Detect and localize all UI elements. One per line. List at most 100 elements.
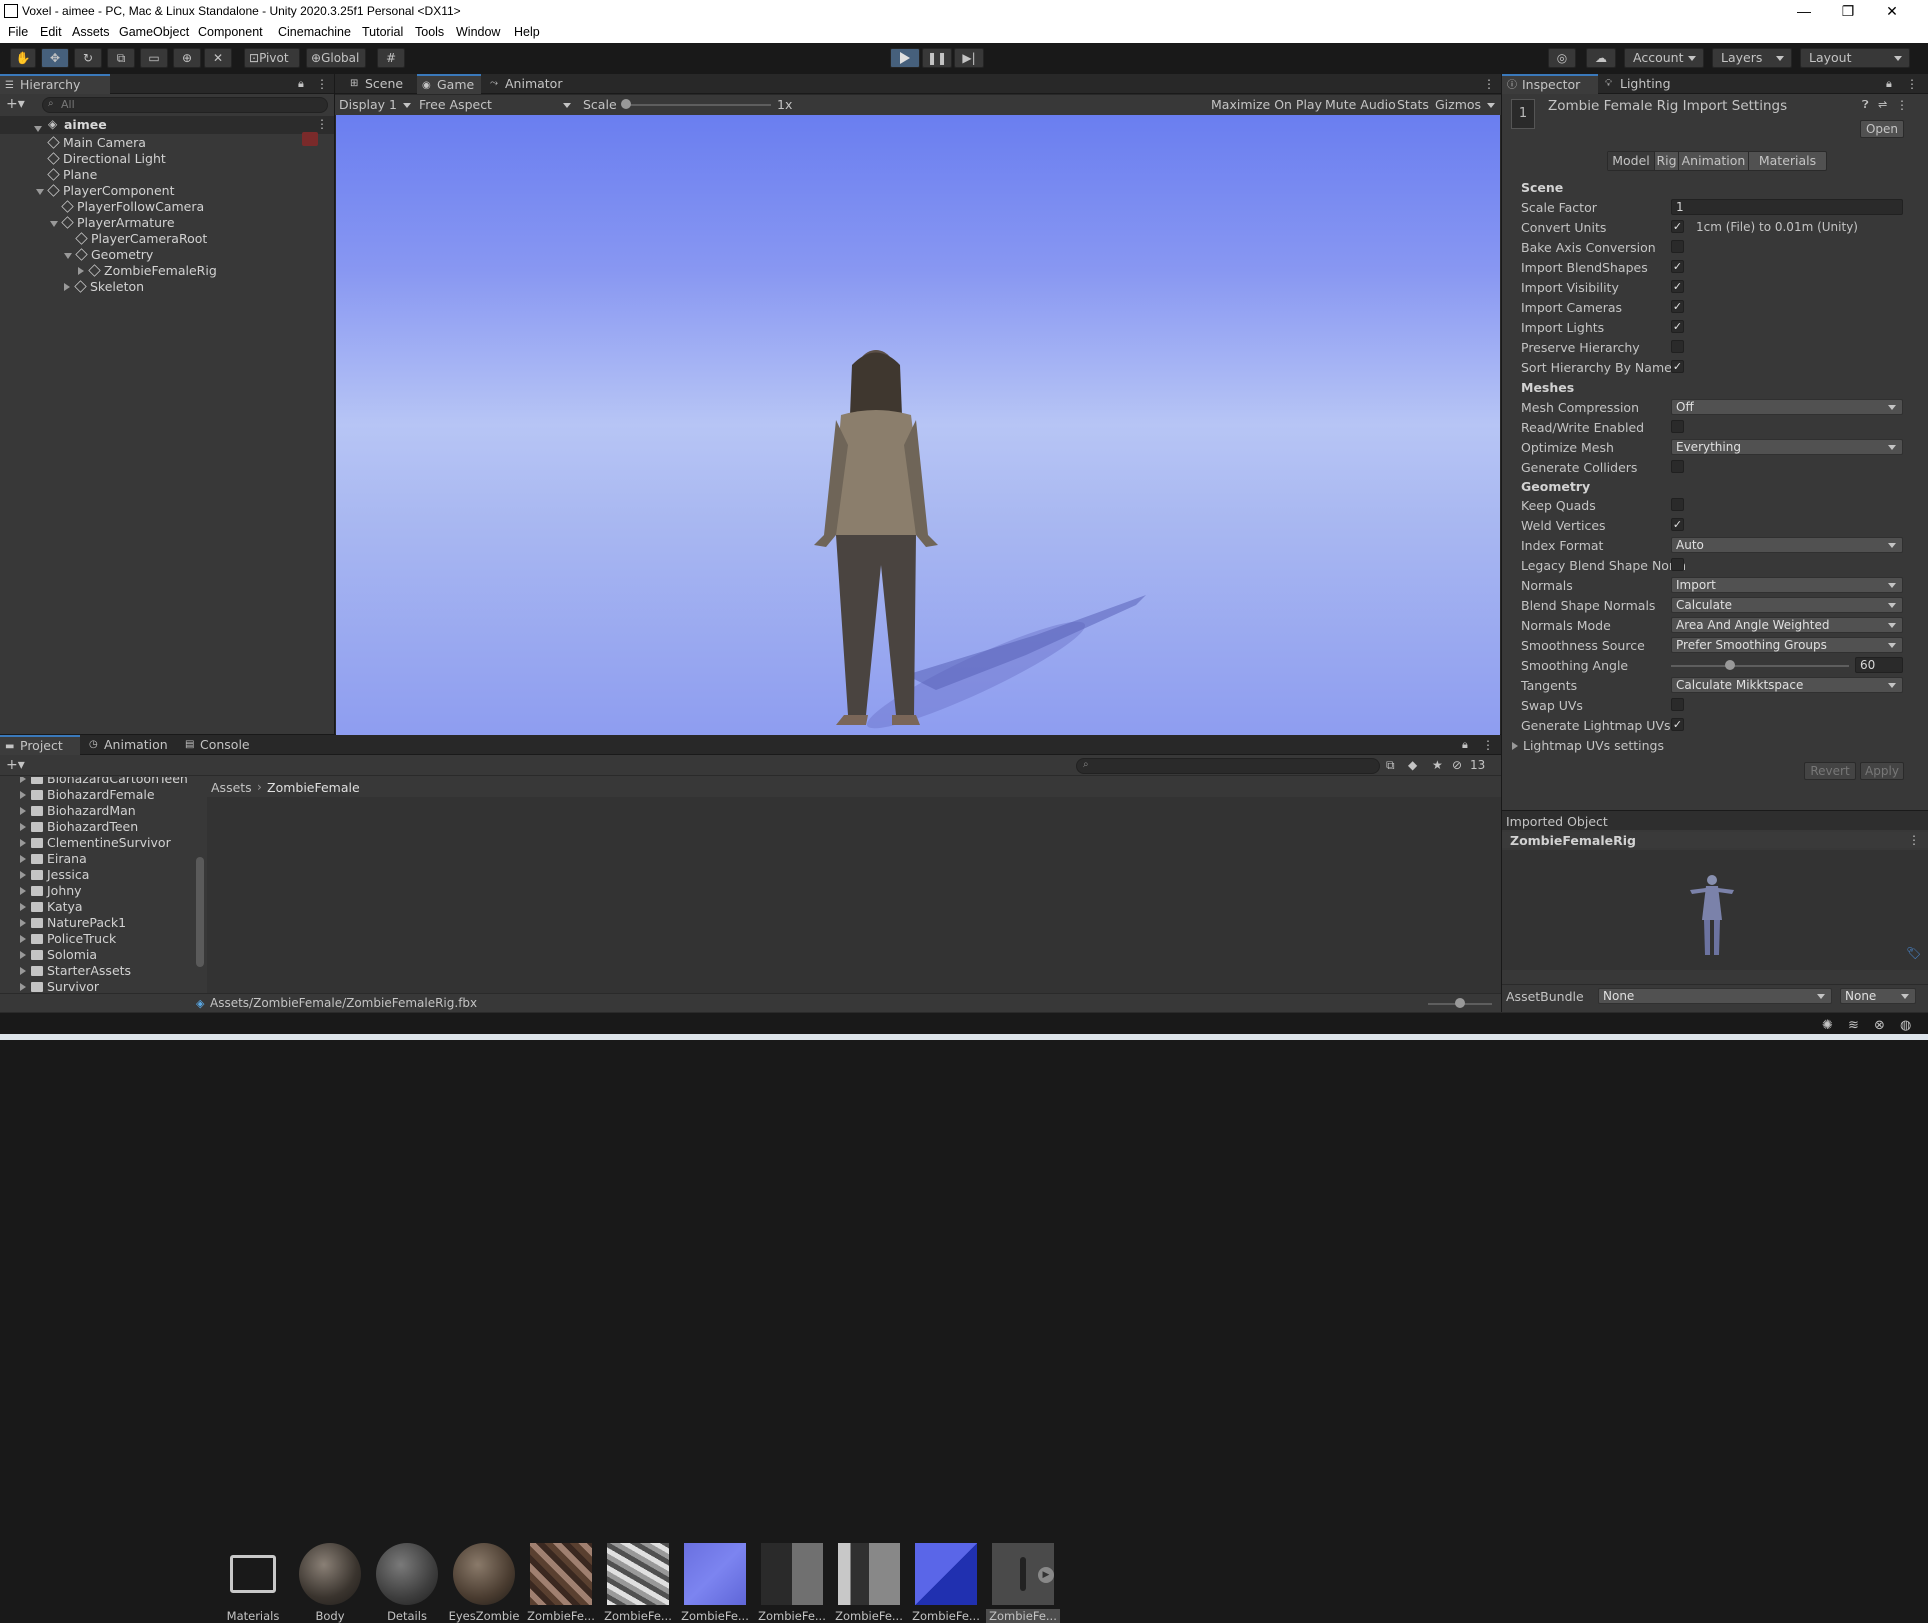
progress-icon[interactable]: ≋	[1848, 1018, 1859, 1033]
account-dropdown[interactable]: Account	[1624, 48, 1704, 68]
folder-item[interactable]: Eirana	[20, 851, 87, 867]
mute-audio-toggle[interactable]: Mute Audio	[1325, 97, 1396, 112]
aspect-dropdown[interactable]: Free Aspect	[419, 97, 492, 112]
expand-arrow-icon[interactable]	[50, 221, 58, 227]
expand-arrow-icon[interactable]	[36, 189, 44, 195]
asset-thumbnail[interactable]	[453, 1543, 515, 1605]
convert-units-checkbox[interactable]: ✓	[1671, 220, 1684, 233]
center-menu-icon[interactable]: ⋮	[1483, 77, 1495, 91]
collapse-arrow-icon[interactable]	[78, 267, 84, 275]
menu-help[interactable]: Help	[514, 25, 540, 39]
assetbundle-dropdown[interactable]: None	[1598, 988, 1832, 1004]
auto-generate-icon[interactable]: ⊗	[1874, 1018, 1885, 1033]
folder-item[interactable]: BiohazardTeen	[20, 819, 138, 835]
kebab-menu-icon[interactable]: ⋮	[316, 77, 328, 91]
scale-tool-icon[interactable]: ⧉	[107, 48, 135, 68]
custom-tool-icon[interactable]: ✕	[204, 48, 232, 68]
asset-thumbnail[interactable]	[838, 1543, 900, 1605]
stats-toggle[interactable]: Stats	[1397, 97, 1429, 112]
mesh-compression-dropdown[interactable]: Off	[1671, 399, 1903, 415]
lightmap-settings-foldout[interactable]: Lightmap UVs settings	[1512, 738, 1664, 753]
assetbundle-variant-dropdown[interactable]: None	[1840, 988, 1916, 1004]
asset-thumbnail[interactable]	[299, 1543, 361, 1605]
hierarchy-item[interactable]: Plane	[47, 167, 97, 183]
tab-scene[interactable]: ⊞ Scene	[345, 74, 415, 94]
filter-type-icon[interactable]: ⧉	[1386, 758, 1395, 773]
hidden-eye-icon[interactable]: ⊘	[1452, 758, 1462, 772]
scene-menu-icon[interactable]: ⋮	[316, 117, 328, 131]
menu-gameobject[interactable]: GameObject	[119, 25, 189, 39]
title-menu-icon[interactable]: ⋮	[1896, 98, 1908, 112]
normals-mode-dropdown[interactable]: Area And Angle Weighted	[1671, 617, 1903, 633]
subtab-rig[interactable]: Rig	[1654, 152, 1678, 170]
asset-thumbnail[interactable]	[607, 1543, 669, 1605]
display-dropdown[interactable]: Display 1	[339, 97, 397, 112]
folder-expand-icon[interactable]	[20, 887, 26, 895]
scene-option-checkbox[interactable]: ✓	[1671, 260, 1684, 273]
tab-project[interactable]: ▬ Project	[0, 735, 80, 755]
tab-animator[interactable]: ⤳ Animator	[485, 74, 575, 94]
normals-dropdown[interactable]: Import	[1671, 577, 1903, 593]
smooth-angle-track[interactable]	[1671, 665, 1849, 667]
project-menu-icon[interactable]: ⋮	[1482, 738, 1494, 752]
menu-file[interactable]: File	[8, 25, 28, 39]
move-tool-icon[interactable]: ✥	[41, 48, 69, 68]
folder-item[interactable]: Jessica	[20, 867, 89, 883]
tangents-dropdown[interactable]: Calculate Mikktspace	[1671, 677, 1903, 693]
folder-expand-icon[interactable]	[20, 777, 26, 783]
layers-dropdown[interactable]: Layers	[1712, 48, 1792, 68]
menu-component[interactable]: Component	[198, 25, 263, 39]
hand-tool-icon[interactable]: ✋	[10, 48, 36, 68]
folder-expand-icon[interactable]	[20, 935, 26, 943]
menu-window[interactable]: Window	[456, 25, 500, 39]
preset-icon[interactable]: ⇌	[1878, 98, 1887, 111]
scene-option-checkbox[interactable]: ✓	[1671, 320, 1684, 333]
hierarchy-item[interactable]: PlayerComponent	[36, 183, 174, 199]
weld-vertices-checkbox[interactable]: ✓	[1671, 518, 1684, 531]
project-lock-icon[interactable]: 🔒︎	[1462, 738, 1468, 752]
collapse-arrow-icon[interactable]	[64, 283, 70, 291]
tab-game[interactable]: ◉ Game	[417, 74, 481, 94]
game-viewport[interactable]	[336, 115, 1500, 735]
scene-option-checkbox[interactable]	[1671, 340, 1684, 353]
menu-tutorial[interactable]: Tutorial	[362, 25, 403, 39]
open-button[interactable]: Open	[1860, 120, 1904, 138]
subtab-materials[interactable]: Materials	[1748, 152, 1826, 170]
folder-expand-icon[interactable]	[20, 871, 26, 879]
generate-colliders-checkbox[interactable]	[1671, 460, 1684, 473]
apply-button[interactable]: Apply	[1860, 762, 1904, 780]
scene-option-checkbox[interactable]: ✓	[1671, 280, 1684, 293]
maximize-on-play-toggle[interactable]: Maximize On Play	[1211, 97, 1322, 112]
subtab-model[interactable]: Model	[1608, 152, 1654, 170]
asset-thumbnail[interactable]	[222, 1543, 284, 1605]
global-toggle[interactable]: ⊕Global	[306, 48, 366, 68]
folder-expand-icon[interactable]	[20, 823, 26, 831]
help-icon[interactable]: ❓︎	[1862, 98, 1869, 112]
maximize-button[interactable]: ❐	[1830, 1, 1866, 21]
label-tag-icon[interactable]: 🏷︎	[1906, 946, 1921, 960]
hierarchy-item[interactable]: PlayerArmature	[50, 215, 175, 231]
tab-lighting[interactable]: 💡︎ Lighting	[1600, 74, 1686, 94]
hierarchy-item[interactable]: Main Camera	[47, 135, 146, 151]
scale-slider-thumb[interactable]	[621, 99, 631, 109]
hierarchy-item[interactable]: PlayerFollowCamera	[61, 199, 204, 215]
smooth-angle-field[interactable]: 60	[1855, 657, 1903, 673]
folder-expand-icon[interactable]	[20, 951, 26, 959]
folder-item[interactable]: Solomia	[20, 947, 97, 963]
menu-cinemachine[interactable]: Cinemachine	[278, 25, 351, 39]
transform-tool-icon[interactable]: ⊕	[173, 48, 201, 68]
folder-item[interactable]: PoliceTruck	[20, 931, 116, 947]
minimize-button[interactable]: —	[1786, 1, 1822, 21]
blend-normals-dropdown[interactable]: Calculate	[1671, 597, 1903, 613]
folder-expand-icon[interactable]	[20, 919, 26, 927]
scene-option-checkbox[interactable]: ✓	[1671, 300, 1684, 313]
hierarchy-item[interactable]: PlayerCameraRoot	[75, 231, 207, 247]
asset-thumbnail[interactable]	[684, 1543, 746, 1605]
hierarchy-item[interactable]: Skeleton	[64, 279, 144, 295]
folder-expand-icon[interactable]	[20, 807, 26, 815]
folder-expand-icon[interactable]	[20, 839, 26, 847]
hierarchy-search-input[interactable]: ⌕ All	[42, 97, 328, 113]
folder-item[interactable]: StarterAssets	[20, 963, 131, 979]
project-search-input[interactable]: ⌕	[1076, 758, 1380, 774]
close-button[interactable]: ✕	[1874, 1, 1910, 21]
